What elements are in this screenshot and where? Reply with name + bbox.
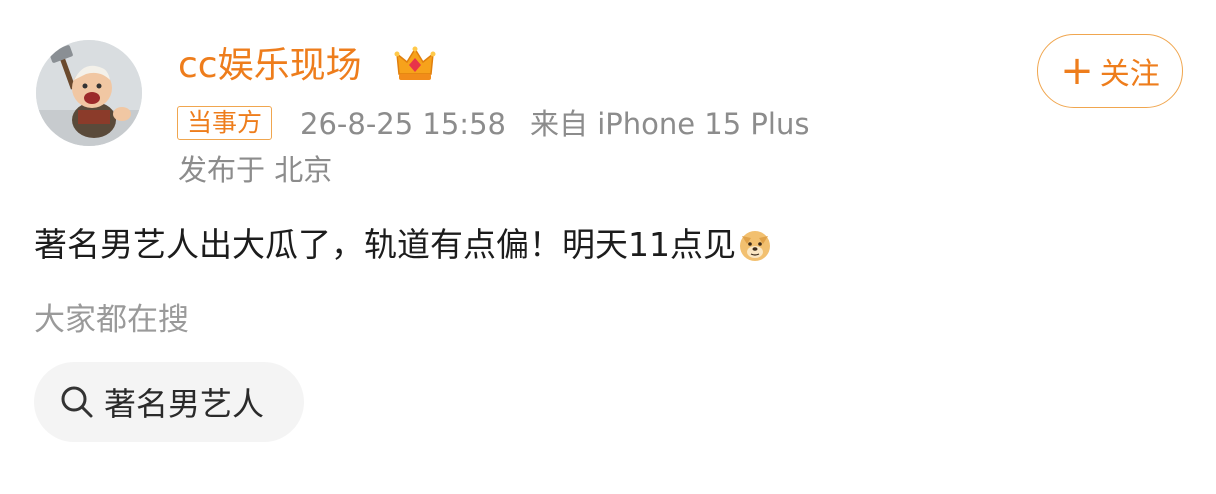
trending-search-title: 大家都在搜: [34, 302, 189, 338]
status-badge: 当事方: [177, 106, 273, 140]
search-icon: [61, 386, 93, 418]
username[interactable]: cc娱乐现场: [178, 42, 362, 90]
post-timestamp: 26-8-25 15:58: [300, 107, 506, 141]
plus-icon: +: [1060, 48, 1094, 94]
crown-icon: [394, 46, 436, 80]
post-location: 发布于 北京: [178, 153, 333, 187]
post-meta: 26-8-25 15:58 来自 iPhone 15 Plus: [300, 104, 809, 144]
follow-button-label: 关注: [1099, 57, 1160, 92]
follow-button[interactable]: + 关注: [1037, 34, 1183, 108]
trending-search-label: 著名男艺人: [104, 385, 265, 423]
avatar[interactable]: [36, 40, 142, 146]
post-body: 著名男艺人出大瓜了，轨道有点偏！明天11点见: [34, 222, 772, 268]
avatar-image: [36, 40, 142, 146]
post-source: 来自 iPhone 15 Plus: [529, 107, 810, 141]
doge-emoji-icon: [740, 231, 770, 261]
post-text: 著名男艺人出大瓜了，轨道有点偏！明天11点见: [34, 225, 736, 264]
trending-search-chip[interactable]: 著名男艺人: [34, 362, 304, 442]
